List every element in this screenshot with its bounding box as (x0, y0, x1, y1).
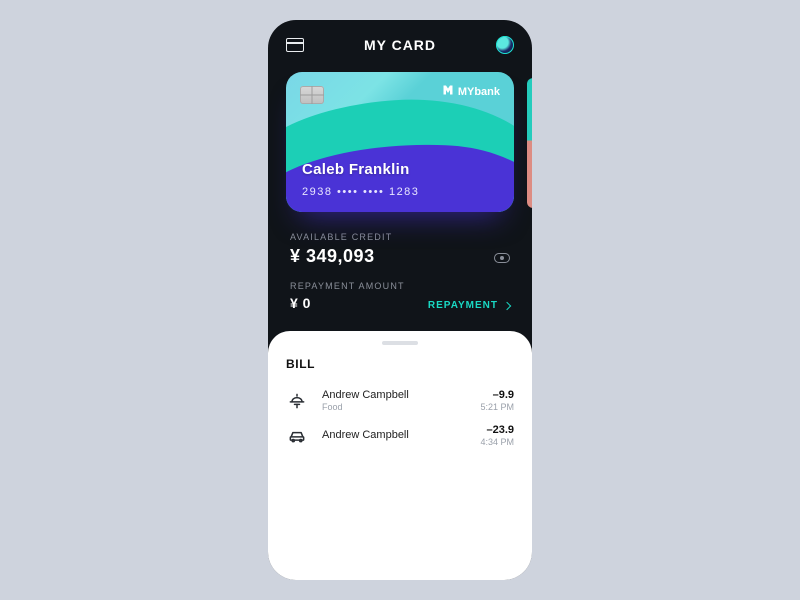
phone-frame: MY CARD MYbank Caleb Franklin 2938 •••• … (268, 20, 532, 580)
header: MY CARD (268, 20, 532, 62)
bill-category: Food (322, 402, 466, 412)
bill-amount: –23.9 (480, 424, 514, 436)
credit-card[interactable]: MYbank Caleb Franklin 2938 •••• •••• 128… (286, 72, 514, 212)
page-title: MY CARD (364, 37, 436, 53)
credit-label: AVAILABLE CREDIT (290, 232, 392, 242)
list-item[interactable]: Andrew Campbell Food –9.9 5:21 PM (286, 383, 514, 418)
bill-heading: BILL (286, 357, 514, 371)
chip-icon (300, 86, 324, 104)
bank-name: MYbank (458, 86, 500, 98)
drag-handle-icon[interactable] (382, 341, 418, 345)
card-stack: MYbank Caleb Franklin 2938 •••• •••• 128… (268, 62, 532, 218)
eye-icon[interactable] (494, 253, 510, 263)
balances: AVAILABLE CREDIT ¥ 349,093 REPAYMENT AMO… (268, 218, 532, 321)
bill-name: Andrew Campbell (322, 389, 466, 401)
chevron-right-icon (503, 301, 511, 309)
repayment-label: REPAYMENT AMOUNT (290, 281, 510, 291)
repayment-button-label: REPAYMENT (428, 300, 498, 311)
bill-time: 4:34 PM (480, 437, 514, 447)
bill-name: Andrew Campbell (322, 429, 466, 441)
next-card-peek[interactable] (527, 78, 532, 208)
wallet-icon[interactable] (286, 38, 304, 52)
card-number: 2938 •••• •••• 1283 (302, 186, 419, 198)
bank-logo-icon (442, 84, 454, 99)
bill-time: 5:21 PM (480, 402, 514, 412)
avatar[interactable] (496, 36, 514, 54)
repayment-button[interactable]: REPAYMENT (428, 300, 510, 311)
card-holder: Caleb Franklin (302, 161, 410, 178)
food-icon (286, 390, 308, 412)
car-icon (286, 425, 308, 447)
repayment-amount: ¥ 0 (290, 295, 311, 311)
bill-amount: –9.9 (480, 389, 514, 401)
list-item[interactable]: Andrew Campbell –23.9 4:34 PM (286, 418, 514, 453)
bill-sheet[interactable]: BILL Andrew Campbell Food –9.9 5:21 PM A… (268, 331, 532, 580)
bank-brand: MYbank (442, 84, 500, 99)
credit-amount: ¥ 349,093 (290, 246, 392, 267)
